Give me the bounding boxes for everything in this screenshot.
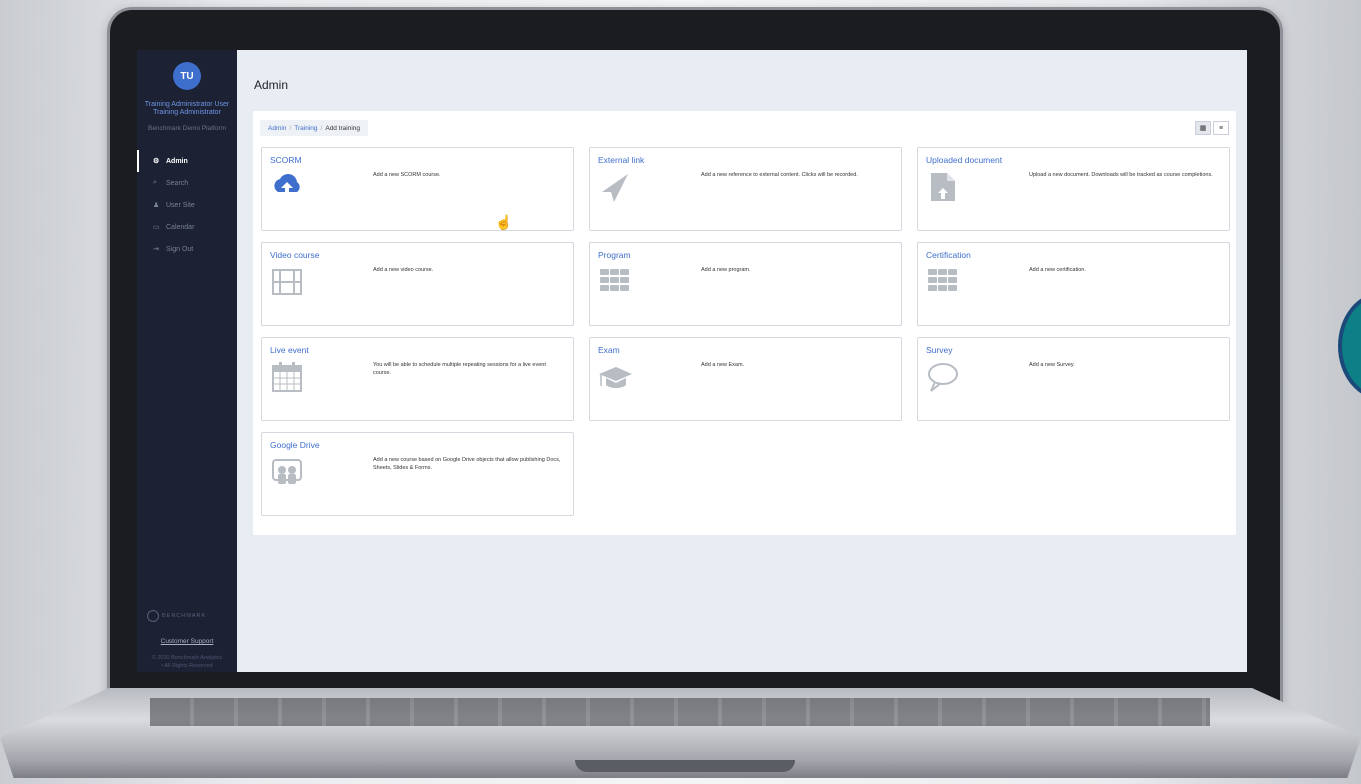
card-title: Video course xyxy=(270,250,320,260)
paper-plane-icon xyxy=(602,174,628,202)
hand-cursor-icon: ☝ xyxy=(495,214,513,230)
card-exam[interactable]: Exam Add a new Exam. xyxy=(589,337,902,421)
keyboard xyxy=(150,698,1210,726)
sidebar-nav: ⚙ Admin ⌕ Search ♟ User Site ▭ Calendar … xyxy=(137,150,237,260)
customer-support-link[interactable]: Customer Support xyxy=(137,638,237,645)
card-external-link[interactable]: External link Add a new reference to ext… xyxy=(589,147,902,231)
card-description: Add a new video course. xyxy=(373,267,434,273)
list-view-button[interactable]: ≡ xyxy=(1213,121,1229,135)
grid-view-button[interactable]: ▦ xyxy=(1195,121,1211,135)
grid-icon xyxy=(928,269,957,291)
sidebar-item-label: Admin xyxy=(166,157,188,165)
sidebar-item-sign-out[interactable]: ⇥ Sign Out xyxy=(137,238,237,260)
sidebar-item-calendar[interactable]: ▭ Calendar xyxy=(137,216,237,238)
card-description: Add a new reference to external content.… xyxy=(701,172,858,178)
google-drive-icon xyxy=(272,459,302,484)
card-title: Uploaded document xyxy=(926,155,1003,165)
sidebar-item-label: Search xyxy=(166,179,189,187)
card-title: Exam xyxy=(598,345,620,355)
card-description: You will be able to schedule multiple re… xyxy=(373,362,546,376)
page-title: Admin xyxy=(254,78,289,92)
card-description: Add a new Survey. xyxy=(1029,362,1075,368)
sidebar-item-user-site[interactable]: ♟ User Site xyxy=(137,194,237,216)
breadcrumb-admin[interactable]: Admin xyxy=(268,125,286,132)
card-certification[interactable]: Certification Add a new certification. xyxy=(917,242,1230,326)
decorative-circle xyxy=(1338,292,1361,400)
sign-out-icon: ⇥ xyxy=(153,246,159,253)
card-title: Certification xyxy=(926,250,971,260)
cloud-upload-icon xyxy=(274,174,300,198)
card-title: Program xyxy=(598,250,631,260)
calendar-icon: ▭ xyxy=(153,224,160,231)
view-toggle: ▦ ≡ xyxy=(1195,121,1229,135)
copyright: © 2020 Benchmark Analytics • All Rights … xyxy=(137,654,237,670)
card-uploaded-document[interactable]: Uploaded document Upload a new document.… xyxy=(917,147,1230,231)
logo-circle xyxy=(147,610,159,622)
card-video-course[interactable]: Video course Add a new video course. xyxy=(261,242,574,326)
search-icon: ⌕ xyxy=(153,179,157,186)
breadcrumb-separator: / xyxy=(289,124,292,132)
card-description: Add a new course based on Google Drive o… xyxy=(373,457,561,471)
platform-name: Benchmark Demo Platform xyxy=(147,125,227,132)
card-google-drive[interactable]: Google Drive Add a new course based on G… xyxy=(261,432,574,516)
sidebar-item-admin[interactable]: ⚙ Admin xyxy=(137,150,237,172)
card-scorm[interactable]: SCORM Add a new SCORM course. xyxy=(261,147,574,231)
grid-icon xyxy=(600,269,629,291)
logo-text: BENCHMARK xyxy=(162,613,207,619)
trackpad-notch xyxy=(575,760,795,772)
card-title: Live event xyxy=(270,345,309,355)
film-icon xyxy=(272,269,302,295)
user-role: Training Administrator xyxy=(153,109,221,116)
card-description: Upload a new document. Downloads will be… xyxy=(1029,172,1213,178)
gear-icon: ⚙ xyxy=(153,158,160,165)
breadcrumb-training[interactable]: Training xyxy=(294,125,317,132)
sidebar-item-label: User Site xyxy=(166,201,195,209)
app-screen: TU Training Administrator User Training … xyxy=(137,50,1247,672)
card-live-event[interactable]: Live event You will be able to schedule … xyxy=(261,337,574,421)
calendar-icon xyxy=(272,362,302,392)
laptop-base xyxy=(0,688,1361,778)
card-description: Add a new SCORM course. xyxy=(373,172,441,178)
breadcrumb-current: Add training xyxy=(325,124,361,132)
sidebar-item-label: Sign Out xyxy=(166,245,194,253)
card-description: Add a new certification. xyxy=(1029,267,1086,273)
card-survey[interactable]: Survey Add a new Survey. xyxy=(917,337,1230,421)
card-description: Add a new program. xyxy=(701,267,751,273)
copyright-line: • All Rights Reserved xyxy=(161,663,213,669)
user-icon: ♟ xyxy=(153,202,160,209)
document-upload-icon xyxy=(931,173,955,201)
card-program[interactable]: Program Add a new program. xyxy=(589,242,902,326)
main-panel: Admin / Training / Add training ▦ ≡ SCOR… xyxy=(253,111,1236,535)
user-name: Training Administrator User xyxy=(144,101,230,108)
graduation-cap-icon xyxy=(599,367,632,388)
sidebar: TU Training Administrator User Training … xyxy=(137,50,237,672)
breadcrumb-separator: / xyxy=(320,124,323,132)
speech-bubble-icon xyxy=(928,363,958,392)
sidebar-item-label: Calendar xyxy=(166,223,195,231)
card-title: External link xyxy=(598,155,645,165)
card-description: Add a new Exam. xyxy=(701,362,745,368)
avatar[interactable]: TU xyxy=(173,62,201,90)
benchmark-logo: BENCHMARK xyxy=(147,610,227,622)
sidebar-item-search[interactable]: ⌕ Search xyxy=(137,172,237,194)
breadcrumb: Admin / Training / Add training xyxy=(260,120,369,136)
card-title: SCORM xyxy=(270,155,302,165)
copyright-line: © 2020 Benchmark Analytics xyxy=(151,655,223,661)
card-title: Survey xyxy=(926,345,953,355)
card-title: Google Drive xyxy=(270,440,320,450)
